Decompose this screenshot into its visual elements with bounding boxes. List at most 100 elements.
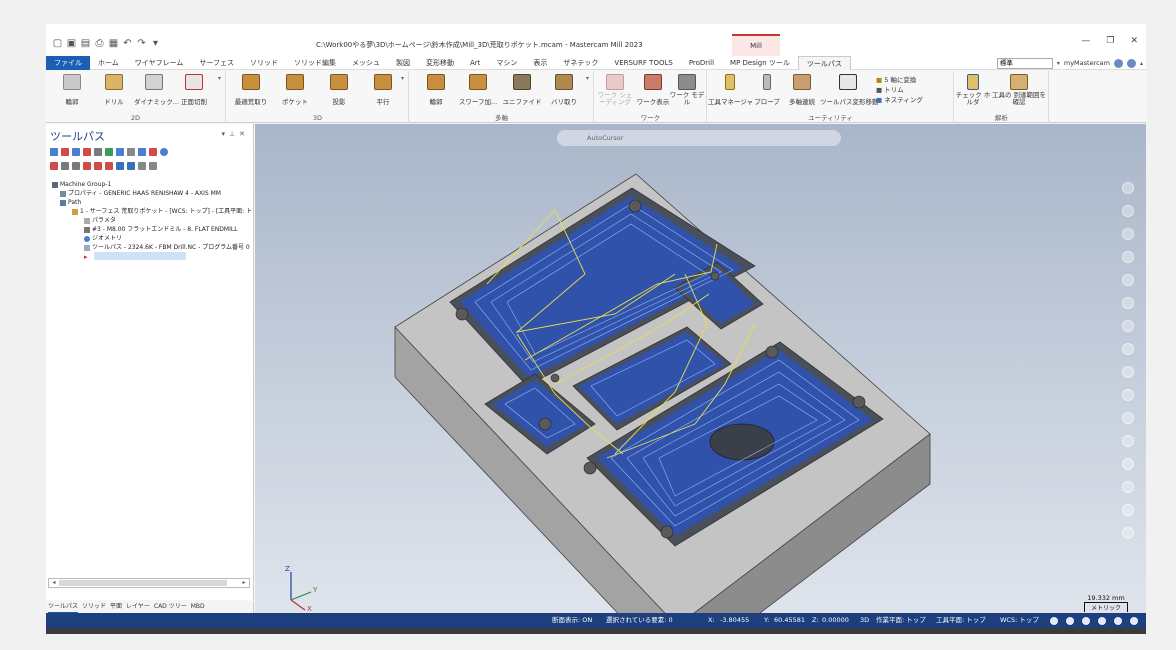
tree-horizontal-scrollbar[interactable]: ◂ ▸ [48,578,250,588]
new-file-icon[interactable]: ▢ [52,38,63,49]
tab-home[interactable]: ホーム [90,56,127,70]
tab-art[interactable]: Art [462,56,488,70]
tab-prodrill[interactable]: ProDrill [681,56,722,70]
toggle-post-icon[interactable] [72,162,80,170]
parallel-button[interactable]: 平行 [363,74,403,106]
tab-cad-tree[interactable]: CAD ツリー [154,601,187,613]
swarf-button[interactable]: スワーフ加... [458,74,498,106]
convert-5axis-item[interactable]: ■ 5 軸に変換 [876,75,923,85]
tab-planes-manager[interactable]: 平面 [110,601,122,613]
stock-shading-button[interactable]: ワーク シェーディング [595,74,635,106]
face-mill-button[interactable]: 正面切削 [174,74,214,106]
toolpath-transform-button[interactable]: ツールパス変形移動 [820,74,879,106]
dynamic-mill-button[interactable]: ダイナミック... [134,74,179,106]
panel-close-icon[interactable]: ✕ [239,130,249,138]
ruler-icon[interactable] [1122,297,1134,309]
section-view-status[interactable]: 断面表示: ON [552,613,592,628]
select-invalid-icon[interactable] [61,148,69,156]
dropdown-icon[interactable]: ▾ [1057,60,1060,67]
wcs-status[interactable]: WCS: トップ [1000,613,1039,628]
verify-icon[interactable] [105,148,113,156]
unified-button[interactable]: ユニファイド [502,74,542,106]
save-icon[interactable]: ▣ [66,38,77,49]
lock-icon[interactable] [50,162,58,170]
rotate-icon[interactable] [1122,251,1134,263]
probe-button[interactable]: プローブ [750,74,784,106]
view-translucent-icon[interactable] [1130,617,1138,625]
pocket-3d-button[interactable]: ポケット [275,74,315,106]
graphics-viewport[interactable]: AutoCursor Z Y X 19.332 mm メトリック [255,124,1146,613]
move-up-icon[interactable] [94,162,102,170]
project-button[interactable]: 投影 [319,74,359,106]
tree-node-tool[interactable]: #3 - M8.00 フラットエンドミル - 8. FLAT ENDMILL [52,225,252,234]
open-folder-icon[interactable]: ▤ [80,38,91,49]
drill-button[interactable]: ドリル [94,74,134,106]
stock-model-button[interactable]: ワーク モデル [667,74,707,106]
tab-toolpaths-manager[interactable]: ツールパス [48,601,79,613]
trim-item[interactable]: ■ トリム [876,85,923,95]
tab-levels-manager[interactable]: レイヤー [126,601,150,613]
scroll-to-insert-icon[interactable] [116,162,124,170]
shaded-icon[interactable] [1122,366,1134,378]
filter-view-icon[interactable] [1122,458,1134,470]
settings-icon[interactable] [1122,504,1134,516]
view-shade-icon[interactable] [1082,617,1090,625]
tab-view[interactable]: 表示 [525,56,555,70]
backplot-icon[interactable] [94,148,102,156]
tab-zanetec[interactable]: ザネテック [555,56,606,70]
tab-file[interactable]: ファイル [46,56,90,70]
select-all-icon[interactable] [50,148,58,156]
optirough-button[interactable]: 最適荒取り [231,74,271,106]
tool-reach-button[interactable]: 工具の 到達範囲を確認 [991,74,1047,106]
regenerate-dirty-icon[interactable] [83,148,91,156]
tab-solid-edit[interactable]: ソリッド編集 [286,56,344,70]
tree-node-path[interactable]: Path [52,198,252,207]
tree-node-parameters[interactable]: パラメタ [52,216,252,225]
translucency-icon[interactable] [1122,389,1134,401]
undo-icon[interactable]: ↶ [122,38,133,49]
my-mastercam-link[interactable]: myMastercam [1064,59,1110,67]
view-globe-icon[interactable] [1050,617,1058,625]
scroll-left-icon[interactable]: ◂ [49,579,59,587]
scrollbar-thumb[interactable] [59,580,227,586]
color-icon[interactable] [1122,412,1134,424]
tab-drafting[interactable]: 製図 [388,56,418,70]
scale-unit[interactable]: メトリック [1083,602,1128,612]
tree-node-toolpath[interactable]: ツールパス - 2324.6K - FBM Drill.NC - プログラム番号… [52,243,252,252]
tab-toolpaths[interactable]: ツールパス [797,56,851,70]
multiaxis-linking-button[interactable]: 多軸連続 [782,74,822,106]
tab-surface[interactable]: サーフェス [191,56,242,70]
delete-icon[interactable] [149,148,157,156]
tree-node-properties[interactable]: プロパティ - GENERIC HAAS RENISHAW 4 - AXIS M… [52,189,252,198]
highfeed-icon[interactable] [138,148,146,156]
regenerate-icon[interactable] [72,148,80,156]
light-icon[interactable] [1122,435,1134,447]
more-multiaxis-icon[interactable]: ▾ [586,75,589,82]
display-options-icon[interactable] [138,162,146,170]
fit-icon[interactable] [1122,228,1134,240]
account-icon[interactable] [1113,58,1123,68]
more-2d-icon[interactable]: ▾ [218,75,221,82]
collapse-ribbon-icon[interactable]: ▴ [1140,60,1143,67]
view-edge-icon[interactable] [1098,617,1106,625]
move-down-icon[interactable] [83,162,91,170]
zoom-in-icon[interactable] [1122,182,1134,194]
tab-versurf-tools[interactable]: VERSURF TOOLS [606,56,680,70]
search-select[interactable]: 標準 [996,57,1053,69]
view-hidden-icon[interactable] [1114,617,1122,625]
post-icon[interactable] [127,148,135,156]
disable-icon[interactable] [1122,527,1134,539]
view-wire-icon[interactable] [1066,617,1074,625]
tplane-status[interactable]: 工具平面: トップ [936,613,986,628]
customize-dropdown-icon[interactable]: ▾ [150,38,161,49]
restore-icon[interactable]: ❐ [1106,36,1114,46]
section-icon[interactable] [1122,320,1134,332]
mode-3d-toggle[interactable]: 3D [860,613,869,628]
insert-arrow-icon[interactable] [105,162,113,170]
tab-machine[interactable]: マシン [488,56,525,70]
tree-node-machine-group[interactable]: Machine Group-1 [52,180,252,189]
tree-node-geometry[interactable]: ジオメトリ [52,234,252,243]
tree-node-operation[interactable]: 1 - サーフェス 荒取りポケット - [WCS: トップ] - [工具平面: … [52,207,252,216]
redo-icon[interactable]: ↷ [136,38,147,49]
deburr-button[interactable]: バリ取り [544,74,584,106]
